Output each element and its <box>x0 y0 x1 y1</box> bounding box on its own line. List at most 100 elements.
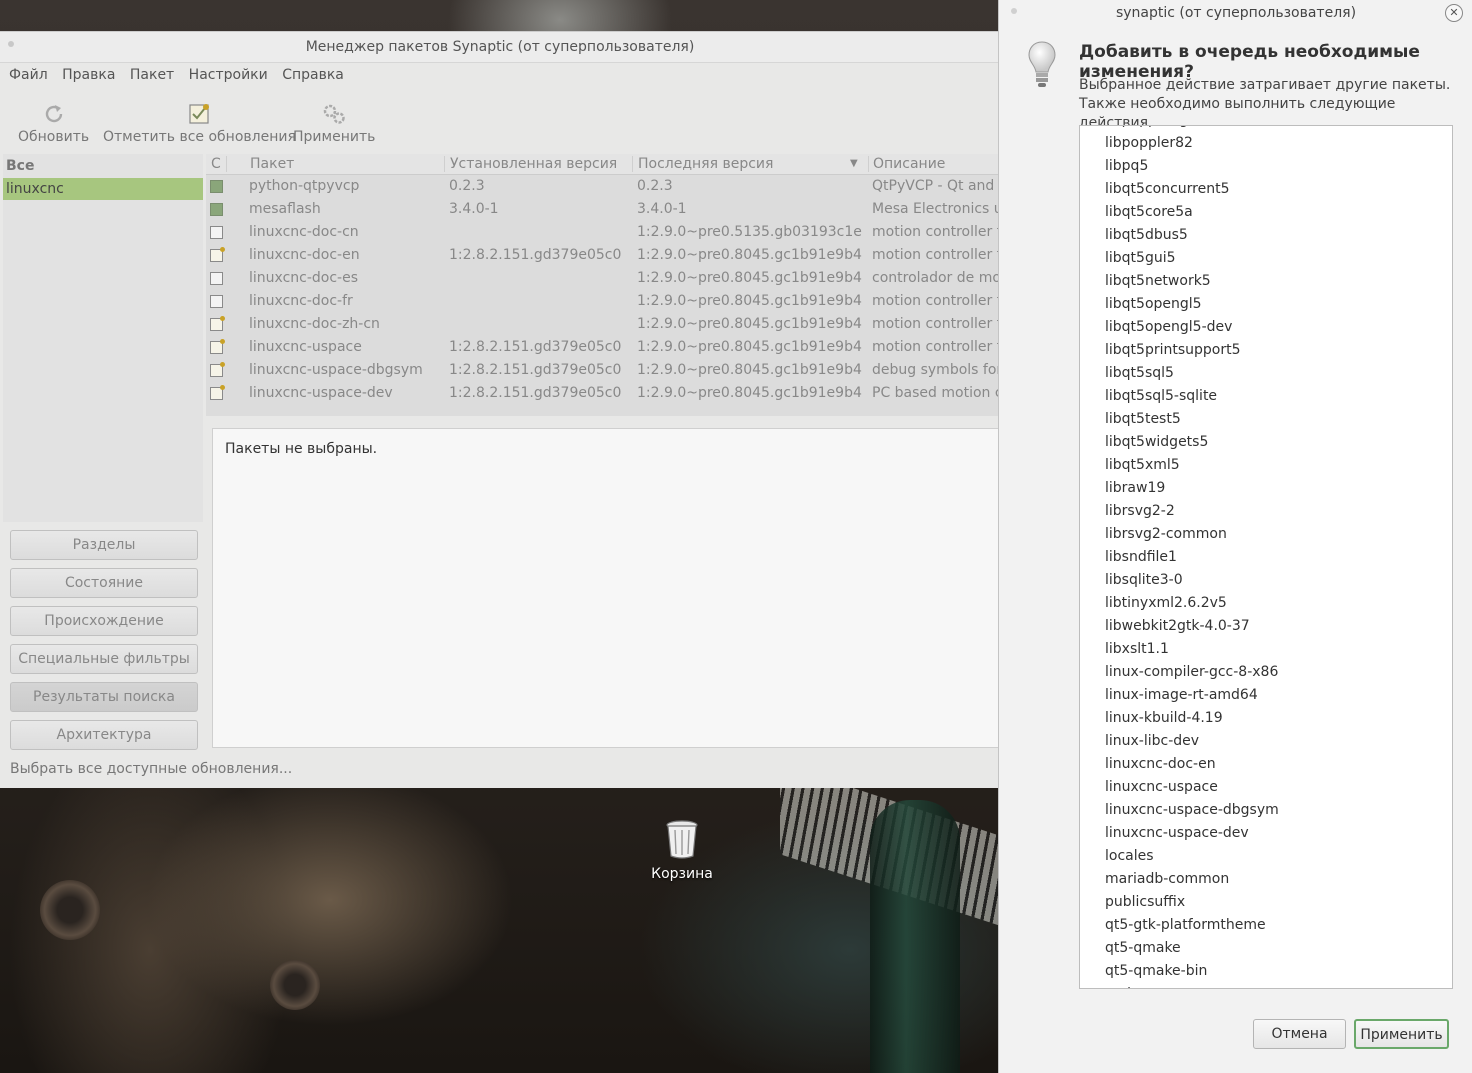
window-menu-dot[interactable] <box>8 41 14 47</box>
package-status-checkbox[interactable] <box>210 295 223 308</box>
list-item[interactable]: qt5-qmake <box>1080 937 1452 960</box>
column-description[interactable]: Описание <box>873 154 945 174</box>
list-item[interactable]: libpq5 <box>1080 155 1452 178</box>
filter-custom-button[interactable]: Специальные фильтры <box>10 644 198 674</box>
dialog-titlebar[interactable]: synaptic (от суперпользователя) ✕ <box>999 0 1472 26</box>
installed-version: 3.4.0-1 <box>449 201 499 217</box>
list-item[interactable]: libpoppler82 <box>1080 132 1452 155</box>
list-item[interactable]: libqt5opengl5 <box>1080 293 1452 316</box>
list-item[interactable]: libsqlite3-0 <box>1080 569 1452 592</box>
list-item[interactable]: librsvg2-common <box>1080 523 1452 546</box>
list-item[interactable]: libqt5printsupport5 <box>1080 339 1452 362</box>
list-item[interactable]: libqt5xml5 <box>1080 454 1452 477</box>
package-name: linuxcnc-doc-es <box>249 270 358 286</box>
package-table-header: С Пакет Установленная версия Последняя в… <box>206 154 1000 175</box>
mark-upgrades-label: Отметить все обновления <box>103 129 296 145</box>
list-item[interactable]: libqt5opengl5-dev <box>1080 316 1452 339</box>
table-row[interactable]: linuxcnc-uspace 1:2.8.2.151.gd379e05c0 1:2… <box>206 336 1000 359</box>
package-status-checkbox[interactable] <box>210 339 225 354</box>
section-item-linuxcnc[interactable]: linuxcnc <box>3 178 203 200</box>
list-item[interactable]: libqt5sql5 <box>1080 362 1452 385</box>
apply-button[interactable]: Применить <box>1354 1019 1449 1049</box>
list-item[interactable]: libtinyxml2.6.2v5 <box>1080 592 1452 615</box>
list-item[interactable]: libqt5dbus5 <box>1080 224 1452 247</box>
menu-settings[interactable]: Настройки <box>189 67 268 83</box>
menu-file[interactable]: Файл <box>9 67 48 83</box>
main-window-titlebar[interactable]: Менеджер пакетов Synaptic (от суперпольз… <box>0 32 1000 63</box>
list-item[interactable]: linuxcnc-doc-en <box>1080 753 1452 776</box>
column-package[interactable]: Пакет <box>250 154 294 174</box>
close-icon[interactable]: ✕ <box>1445 4 1463 22</box>
table-row[interactable]: linuxcnc-doc-en 1:2.8.2.151.gd379e05c0 1:2… <box>206 244 1000 267</box>
list-item[interactable]: linux-compiler-gcc-8-x86 <box>1080 661 1452 684</box>
table-row[interactable]: linuxcnc-doc-cn 1:2.9.0~pre0.5135.gb03193… <box>206 221 1000 244</box>
list-item[interactable]: linuxcnc-uspace <box>1080 776 1452 799</box>
column-installed-version[interactable]: Установленная версия <box>450 154 617 174</box>
mark-all-upgrades-button[interactable]: Отметить все обновления <box>103 99 296 145</box>
filter-status-button[interactable]: Состояние <box>10 568 198 598</box>
trash-desktop-icon[interactable]: Корзина <box>646 820 718 882</box>
apply-toolbar-button[interactable]: Применить <box>293 99 375 145</box>
filter-search-results-button[interactable]: Результаты поиска <box>10 682 198 712</box>
column-status[interactable]: С <box>211 154 221 174</box>
reload-icon <box>18 99 89 129</box>
cancel-button[interactable]: Отмена <box>1253 1019 1346 1049</box>
list-item[interactable]: linux-kbuild-4.19 <box>1080 707 1452 730</box>
package-status-checkbox[interactable] <box>210 226 223 239</box>
list-item[interactable]: qtchooser <box>1080 983 1452 988</box>
list-item[interactable]: libsndfile1 <box>1080 546 1452 569</box>
menu-package[interactable]: Пакет <box>130 67 174 83</box>
list-item[interactable]: publicsuffix <box>1080 891 1452 914</box>
list-item[interactable]: mariadb-common <box>1080 868 1452 891</box>
list-item[interactable]: libpoppler-glib8 <box>1080 126 1452 132</box>
section-list-header[interactable]: Все <box>3 154 203 178</box>
list-item[interactable]: libqt5network5 <box>1080 270 1452 293</box>
description-text: Пакеты не выбраны. <box>225 441 378 457</box>
table-row[interactable]: linuxcnc-uspace-dev 1:2.8.2.151.gd379e05c… <box>206 382 1000 405</box>
list-item[interactable]: libwebkit2gtk-4.0-37 <box>1080 615 1452 638</box>
menu-help[interactable]: Справка <box>282 67 344 83</box>
reload-button[interactable]: Обновить <box>18 99 89 145</box>
package-description: motion controller fo <box>872 339 1000 355</box>
menu-edit[interactable]: Правка <box>62 67 115 83</box>
list-item[interactable]: libqt5gui5 <box>1080 247 1452 270</box>
filter-architecture-button[interactable]: Архитектура <box>10 720 198 750</box>
list-item[interactable]: linux-libc-dev <box>1080 730 1452 753</box>
list-item[interactable]: libqt5test5 <box>1080 408 1452 431</box>
package-status-checkbox[interactable] <box>210 362 225 377</box>
package-status-checkbox[interactable] <box>210 247 225 262</box>
list-item[interactable]: libqt5widgets5 <box>1080 431 1452 454</box>
installed-version: 0.2.3 <box>449 178 485 194</box>
column-latest-version[interactable]: Последняя версия <box>638 154 773 174</box>
list-item[interactable]: libxslt1.1 <box>1080 638 1452 661</box>
list-item[interactable]: locales <box>1080 845 1452 868</box>
package-status-checkbox[interactable] <box>210 272 223 285</box>
list-item[interactable]: linux-image-rt-amd64 <box>1080 684 1452 707</box>
list-item[interactable]: libqt5sql5-sqlite <box>1080 385 1452 408</box>
table-row[interactable]: linuxcnc-doc-zh-cn 1:2.9.0~pre0.8045.gc1b… <box>206 313 1000 336</box>
table-row[interactable]: linuxcnc-uspace-dbgsym 1:2.8.2.151.gd379e… <box>206 359 1000 382</box>
list-item[interactable]: librsvg2-2 <box>1080 500 1452 523</box>
dialog-menu-dot[interactable] <box>1011 8 1017 14</box>
table-row[interactable]: linuxcnc-doc-fr 1:2.9.0~pre0.8045.gc1b91e… <box>206 290 1000 313</box>
sort-descending-icon: ▼ <box>850 158 858 169</box>
list-item[interactable]: libqt5core5a <box>1080 201 1452 224</box>
list-item[interactable]: linuxcnc-uspace-dev <box>1080 822 1452 845</box>
table-row[interactable]: mesaflash 3.4.0-1 3.4.0-1 Mesa Electronics … <box>206 198 1000 221</box>
bottle-decoration <box>870 800 960 1073</box>
package-status-checkbox[interactable] <box>210 316 225 331</box>
list-item[interactable]: qt5-qmake-bin <box>1080 960 1452 983</box>
filter-sections-button[interactable]: Разделы <box>10 530 198 560</box>
table-row[interactable]: python-qtpyvcp 0.2.3 0.2.3 QtPyVCP - Qt and… <box>206 175 1000 198</box>
package-status-checkbox[interactable] <box>210 180 223 193</box>
list-item[interactable]: libraw19 <box>1080 477 1452 500</box>
affected-packages-list[interactable]: libpoppler-glib8libpoppler82libpq5libqt5… <box>1079 125 1453 989</box>
table-row[interactable]: linuxcnc-doc-es 1:2.9.0~pre0.8045.gc1b91e… <box>206 267 1000 290</box>
status-bar-text: Выбрать все доступные обновления... <box>10 761 293 777</box>
package-status-checkbox[interactable] <box>210 385 225 400</box>
list-item[interactable]: linuxcnc-uspace-dbgsym <box>1080 799 1452 822</box>
package-status-checkbox[interactable] <box>210 203 223 216</box>
filter-origin-button[interactable]: Происхождение <box>10 606 198 636</box>
list-item[interactable]: qt5-gtk-platformtheme <box>1080 914 1452 937</box>
list-item[interactable]: libqt5concurrent5 <box>1080 178 1452 201</box>
